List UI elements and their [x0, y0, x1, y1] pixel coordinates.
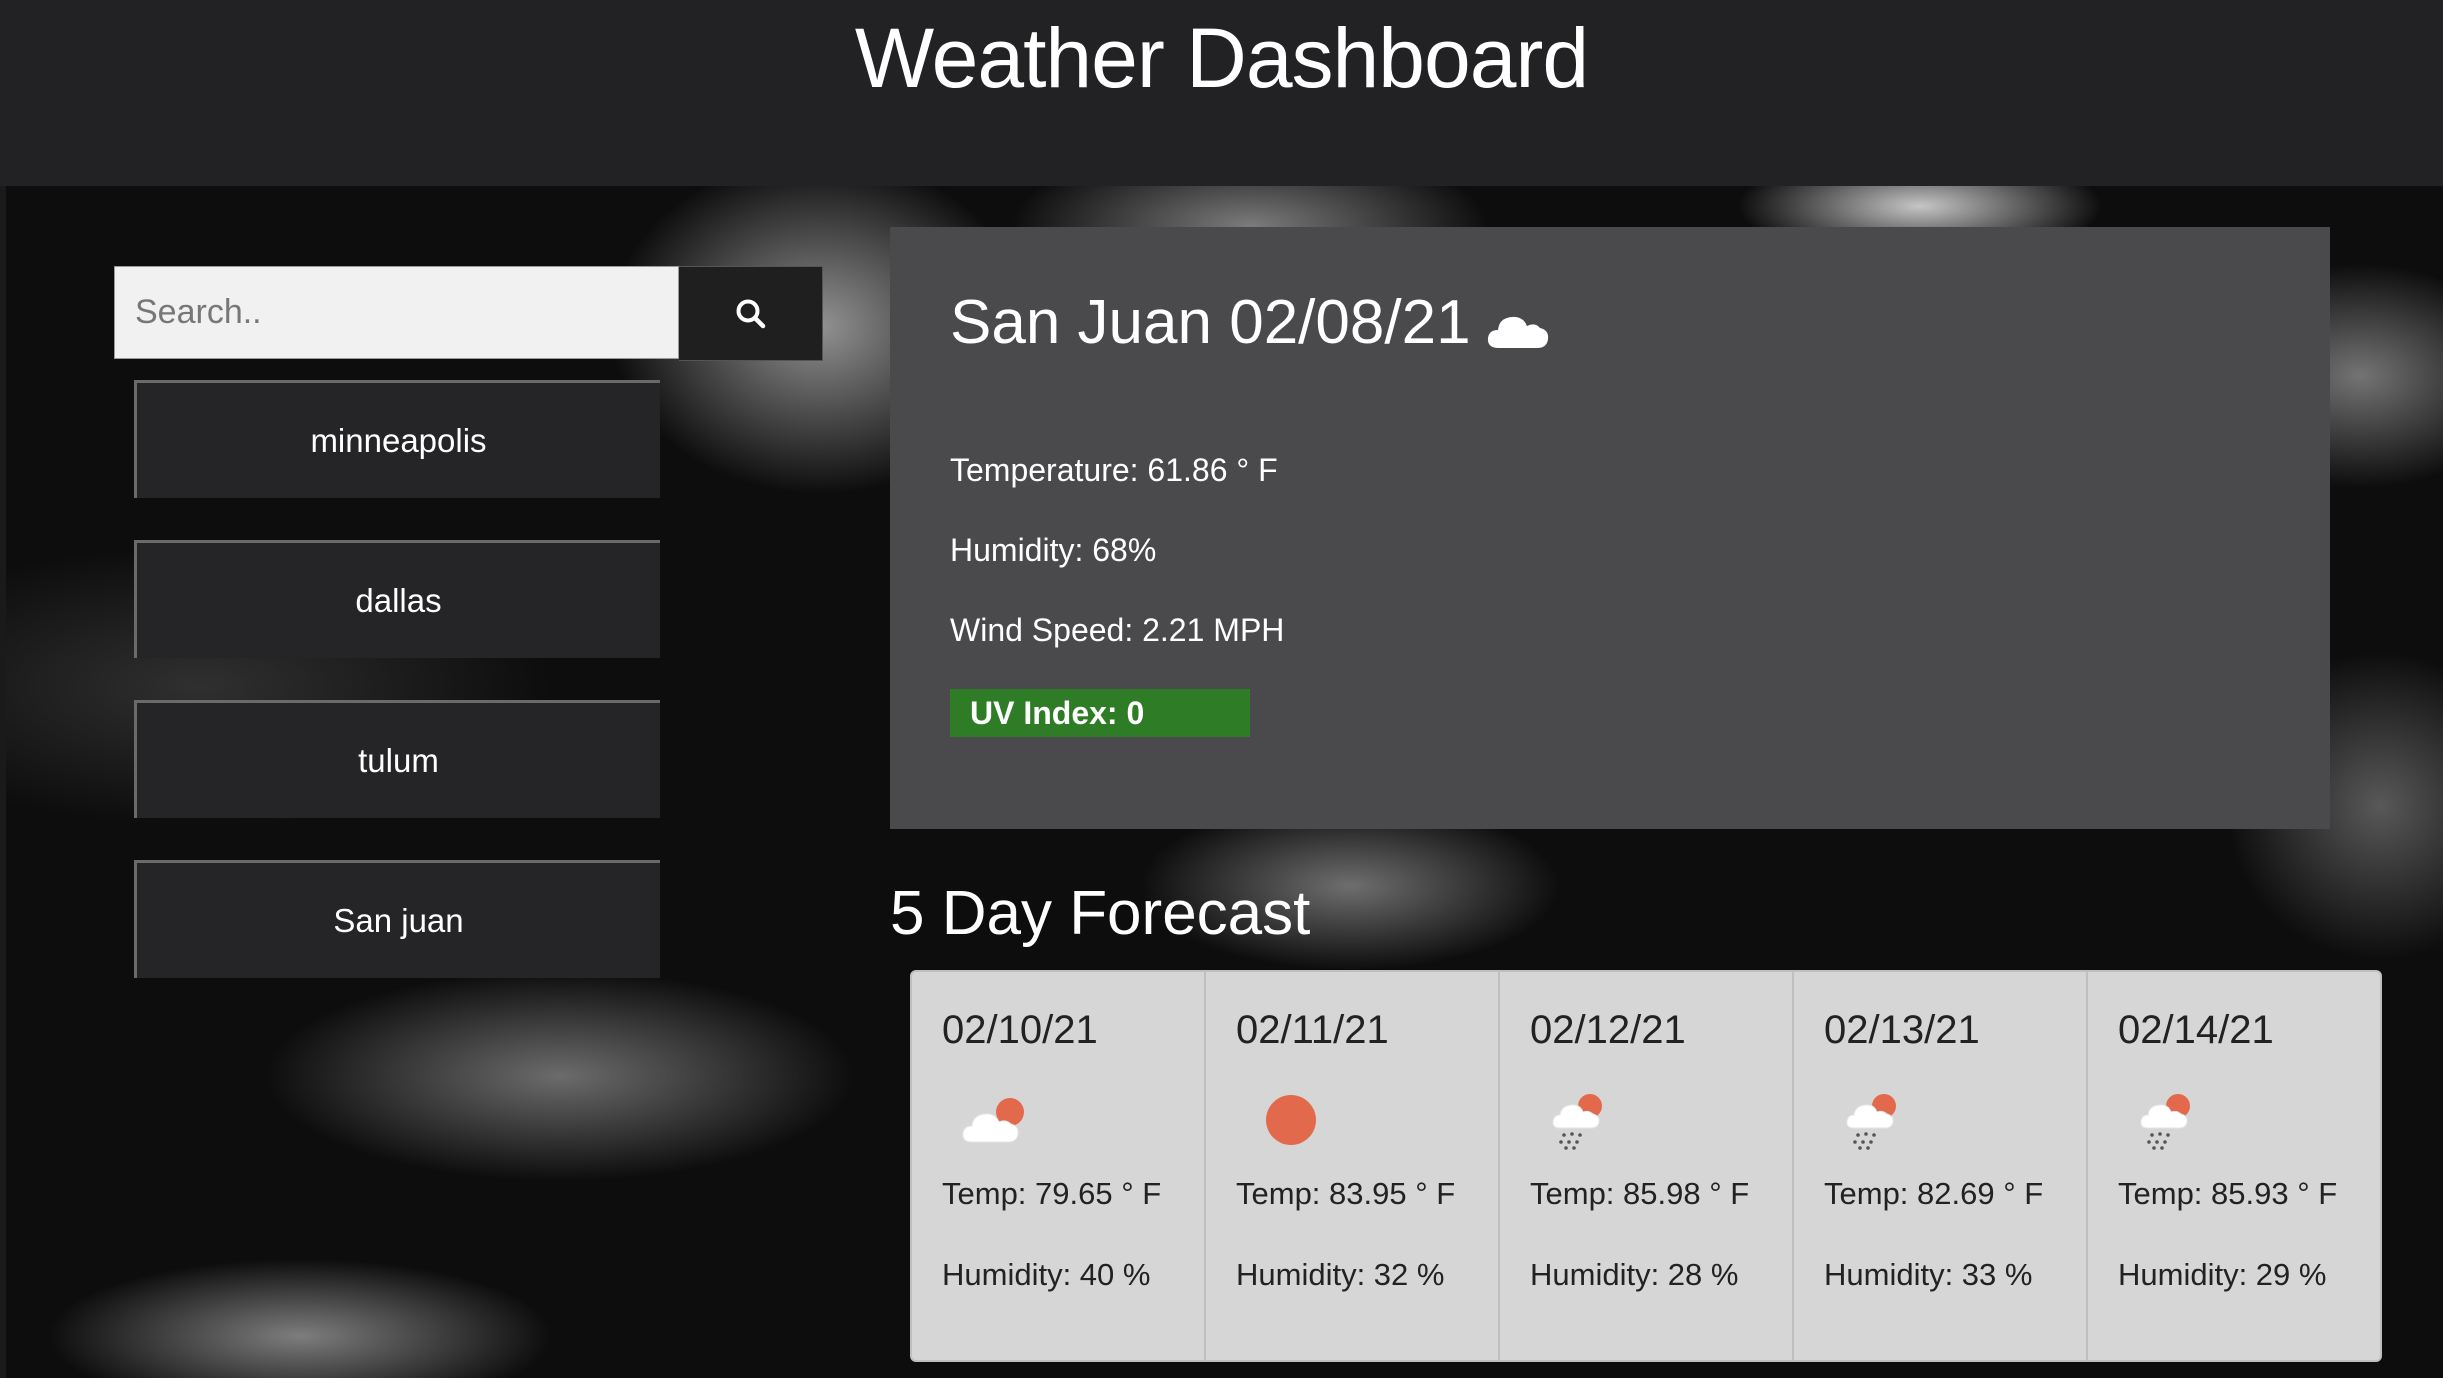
forecast-card: 02/10/21 Temp: 79.65 ° F Humidity: 40 %: [912, 972, 1206, 1360]
current-weather-heading: San Juan 02/08/21: [950, 287, 1551, 358]
uv-index-badge: UV Index: 0: [950, 689, 1250, 737]
partly-cloudy-icon: [962, 1098, 1024, 1143]
forecast-humidity: Humidity: 33 %: [1824, 1257, 2033, 1292]
forecast-temp: Temp: 85.93 ° F: [2118, 1176, 2338, 1211]
forecast-humidity: Humidity: 32 %: [1236, 1257, 1445, 1292]
history-button-san-juan[interactable]: San juan: [134, 860, 660, 978]
forecast-date: 02/10/21: [942, 1008, 1098, 1052]
history-button-label: tulum: [358, 741, 439, 779]
search-bar: [114, 266, 823, 361]
forecast-humidity: Humidity: 40 %: [942, 1257, 1151, 1292]
search-button[interactable]: [679, 266, 823, 361]
history-button-label: minneapolis: [310, 421, 487, 459]
forecast-temp: Temp: 82.69 ° F: [1824, 1176, 2044, 1211]
history-button-label: dallas: [355, 581, 442, 619]
forecast-temp: Temp: 85.98 ° F: [1530, 1176, 1750, 1211]
left-edge-strip: [0, 186, 6, 1378]
forecast-date: 02/14/21: [2118, 1008, 2274, 1052]
search-input[interactable]: [114, 266, 680, 359]
forecast-humidity: Humidity: 28 %: [1530, 1257, 1739, 1292]
sun-icon: [1266, 1095, 1316, 1145]
forecast-card: 02/14/21 Temp: 85.93 ° F Humidity: 29 %: [2088, 972, 2380, 1360]
cloud-icon: [1487, 316, 1548, 348]
forecast-date: 02/13/21: [1824, 1008, 1980, 1052]
history-button-minneapolis[interactable]: minneapolis: [134, 380, 660, 498]
current-humidity: Humidity: 68%: [950, 532, 1157, 568]
forecast-date: 02/12/21: [1530, 1008, 1686, 1052]
history-button-dallas[interactable]: dallas: [134, 540, 660, 658]
app-header: Weather Dashboard: [0, 0, 2443, 186]
page-title: Weather Dashboard: [854, 11, 1589, 105]
search-icon: [736, 299, 765, 328]
current-weather-panel: San Juan 02/08/21 Temperature: 61.86 ° F…: [890, 227, 2330, 829]
forecast-temp: Temp: 83.95 ° F: [1236, 1176, 1456, 1211]
current-wind-speed: Wind Speed: 2.21 MPH: [950, 612, 1285, 648]
forecast-title: 5 Day Forecast: [890, 879, 1311, 948]
sun-rain-icon: [1846, 1094, 1896, 1150]
current-city-date: San Juan 02/08/21: [950, 288, 1471, 357]
forecast-card: 02/11/21 Temp: 83.95 ° F Humidity: 32 %: [1206, 972, 1500, 1360]
history-button-tulum[interactable]: tulum: [134, 700, 660, 818]
sun-rain-icon: [2140, 1094, 2190, 1150]
sun-rain-icon: [1552, 1094, 1602, 1150]
forecast-date: 02/11/21: [1236, 1008, 1389, 1052]
current-temperature: Temperature: 61.86 ° F: [950, 452, 1278, 488]
forecast-card: 02/12/21 Temp: 85.98 ° F Humidity: 28 %: [1500, 972, 1794, 1360]
forecast-temp: Temp: 79.65 ° F: [942, 1176, 1162, 1211]
forecast-humidity: Humidity: 29 %: [2118, 1257, 2327, 1292]
history-button-label: San juan: [333, 901, 464, 939]
forecast-card: 02/13/21 Temp: 82.69 ° F Humidity: 33 %: [1794, 972, 2088, 1360]
forecast-row: 02/10/21 Temp: 79.65 ° F Humidity: 40 % …: [910, 970, 2382, 1362]
